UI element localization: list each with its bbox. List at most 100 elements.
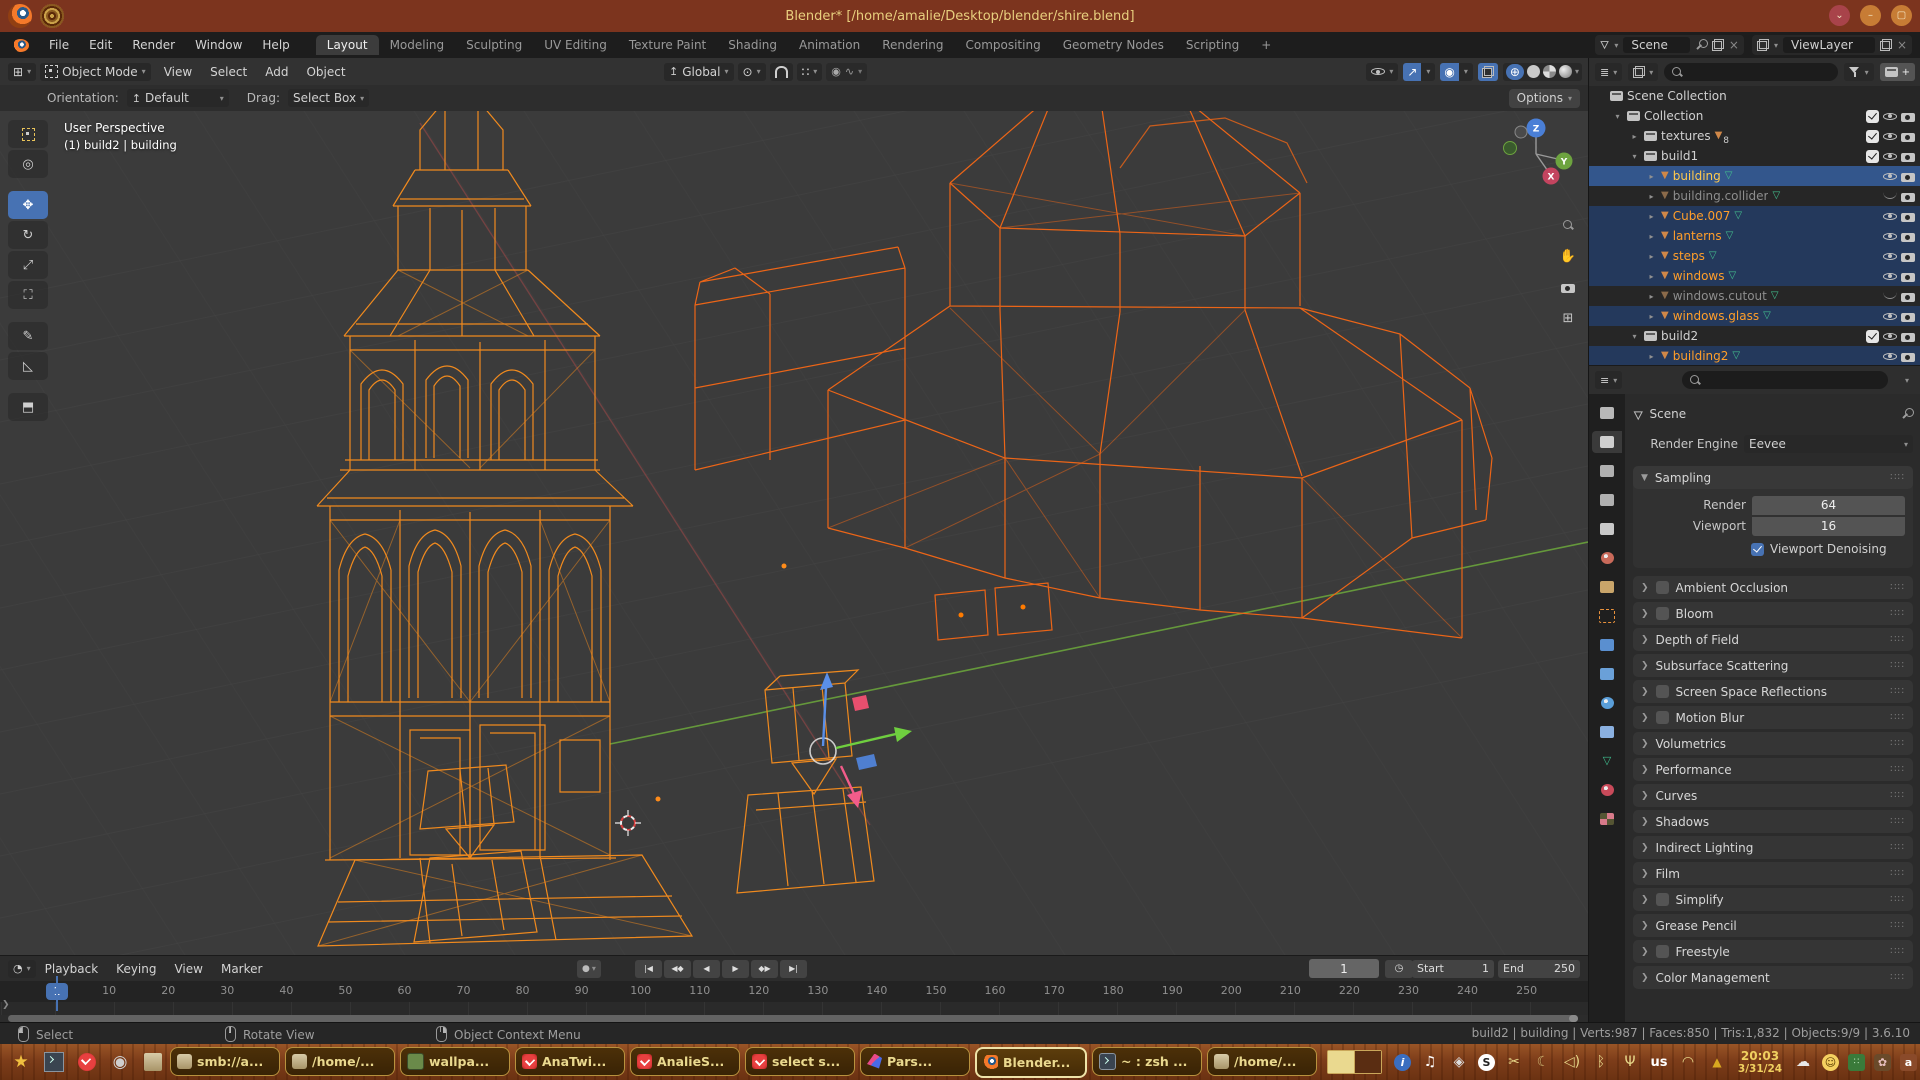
workspace-tab[interactable]: Modeling <box>379 35 456 55</box>
skype-tray-icon[interactable]: S <box>1478 1054 1495 1071</box>
viewport-canvas[interactable] <box>0 58 1588 955</box>
panel-freestyle[interactable]: ❯Freestyle∷∷ <box>1633 940 1913 963</box>
panel-volumetrics[interactable]: ❯Volumetrics∷∷ <box>1633 732 1913 755</box>
expander-icon[interactable]: ▾ <box>1612 112 1623 121</box>
outliner-object-cube-007[interactable]: ▸▼Cube.007▽ <box>1589 206 1920 226</box>
panel-grease-pencil[interactable]: ❯Grease Pencil∷∷ <box>1633 914 1913 937</box>
properties-tab-material[interactable] <box>1592 779 1622 801</box>
taskbar-window-button[interactable]: select s... <box>745 1047 855 1076</box>
panel-screen-space-reflections[interactable]: ❯Screen Space Reflections∷∷ <box>1633 680 1913 703</box>
camera-view-button[interactable] <box>1556 275 1580 299</box>
panel-checkbox[interactable] <box>1656 685 1669 698</box>
auto-key-button[interactable]: ●▾ <box>577 960 601 978</box>
drag-dots-icon[interactable]: ∷∷ <box>1890 738 1905 749</box>
timeline-menu-marker[interactable]: Marker <box>212 962 271 976</box>
pager-other-desktop[interactable] <box>1354 1051 1381 1073</box>
hide-eye-icon[interactable] <box>1883 310 1897 323</box>
drag-dots-icon[interactable]: ∷∷ <box>1890 972 1905 983</box>
visibility-dropdown[interactable]: ▾ <box>1366 63 1398 81</box>
transform-orientation-selector[interactable]: ↥ Global ▾ <box>664 63 734 81</box>
disable-render-icon[interactable] <box>1901 110 1915 123</box>
launcher-cabinet-icon[interactable] <box>141 1049 165 1075</box>
properties-search[interactable] <box>1682 371 1888 389</box>
properties-tab-modifiers[interactable] <box>1592 634 1622 656</box>
menu-render[interactable]: Render <box>122 38 185 52</box>
sampling-render-field[interactable]: 64 <box>1752 496 1905 515</box>
snap-toggle[interactable] <box>770 63 793 81</box>
drag-dots-icon[interactable]: ∷∷ <box>1890 816 1905 827</box>
outliner-object-steps[interactable]: ▸▼steps▽ <box>1589 246 1920 266</box>
expander-icon[interactable]: ▸ <box>1646 272 1657 281</box>
workspace-tab[interactable]: Sculpting <box>455 35 533 55</box>
options-button[interactable]: Options▾ <box>1509 89 1580 108</box>
panel-color-management[interactable]: ❯Color Management∷∷ <box>1633 966 1913 989</box>
transport-button-4[interactable]: ◆▶ <box>751 960 778 978</box>
blender-menu-icon[interactable] <box>12 39 29 52</box>
panel-motion-blur[interactable]: ❯Motion Blur∷∷ <box>1633 706 1913 729</box>
workspace-tab[interactable]: Scripting <box>1175 35 1250 55</box>
hide-eye-icon[interactable] <box>1883 230 1897 243</box>
timeline-scrollbar[interactable] <box>8 1015 1578 1022</box>
exclude-checkbox[interactable] <box>1866 330 1879 343</box>
expander-icon[interactable]: ▾ <box>1629 152 1640 161</box>
workspace-tab[interactable]: Geometry Nodes <box>1052 35 1175 55</box>
tool-rotate[interactable]: ↻ <box>8 221 48 249</box>
pin-icon[interactable] <box>1695 39 1707 51</box>
overlays-toggle[interactable]: ◉ <box>1440 63 1458 81</box>
expander-icon[interactable]: ▸ <box>1646 292 1657 301</box>
expander-icon[interactable]: ▾ <box>1629 332 1640 341</box>
taskbar-window-button[interactable]: ~ : zsh ... <box>1092 1047 1202 1076</box>
new-collection-button[interactable]: + <box>1880 63 1915 81</box>
viewport-menu-add[interactable]: Add <box>256 65 297 79</box>
drag-dots-icon[interactable]: ∷∷ <box>1890 920 1905 931</box>
pan-hand-button[interactable]: ✋ <box>1556 244 1580 268</box>
close-button[interactable]: ▢ <box>1891 5 1912 26</box>
launcher-media-icon[interactable]: ◉ <box>108 1049 132 1075</box>
panel-checkbox[interactable] <box>1656 581 1669 594</box>
outliner-collection-scene-collection[interactable]: Scene Collection <box>1589 86 1920 106</box>
navigation-gizmo[interactable]: Z Y X <box>1498 114 1574 190</box>
scene-selector[interactable]: 🜄▾ Scene × <box>1595 35 1744 55</box>
disable-render-icon[interactable] <box>1901 290 1915 303</box>
tool-cursor[interactable]: ◎ <box>8 150 48 178</box>
workspace-tab[interactable]: + <box>1250 35 1282 55</box>
disable-render-icon[interactable] <box>1901 350 1915 363</box>
drag-dots-icon[interactable]: ∷∷ <box>1890 472 1905 483</box>
workspace-tab[interactable]: UV Editing <box>533 35 618 55</box>
info-tray-icon[interactable]: i <box>1394 1054 1411 1071</box>
panel-checkbox[interactable] <box>1656 893 1669 906</box>
properties-tab-collection[interactable] <box>1592 576 1622 598</box>
properties-options-icon[interactable]: ▾ <box>1905 376 1909 385</box>
workspace-tab[interactable]: Texture Paint <box>618 35 717 55</box>
timeline-menu-playback[interactable]: Playback <box>36 962 108 976</box>
drag-dots-icon[interactable]: ∷∷ <box>1890 764 1905 775</box>
scene-name[interactable]: Scene <box>1623 37 1690 53</box>
hide-eye-icon[interactable] <box>1883 250 1897 263</box>
scrollbar-handle[interactable] <box>1569 1015 1578 1022</box>
disable-render-icon[interactable] <box>1901 150 1915 163</box>
expander-icon[interactable]: ▸ <box>1629 132 1640 141</box>
hide-eye-icon[interactable] <box>1883 270 1897 283</box>
outliner-object-lanterns[interactable]: ▸▼lanterns▽ <box>1589 226 1920 246</box>
outliner-collection-textures[interactable]: ▸textures▼8 <box>1589 126 1920 146</box>
hide-eye-icon[interactable] <box>1883 350 1897 363</box>
transport-button-2[interactable]: ◀ <box>693 960 720 978</box>
workspace-tab[interactable]: Compositing <box>954 35 1051 55</box>
xray-toggle[interactable] <box>1478 63 1498 81</box>
panel-checkbox[interactable] <box>1656 711 1669 724</box>
tool-measure[interactable]: ◺ <box>8 352 48 380</box>
drag-dots-icon[interactable]: ∷∷ <box>1890 686 1905 697</box>
viewport-menu-object[interactable]: Object <box>297 65 354 79</box>
frame-start-field[interactable]: Start1 <box>1412 960 1494 978</box>
outliner-object-building-collider[interactable]: ▸▼building.collider▽ <box>1589 186 1920 206</box>
disable-render-icon[interactable] <box>1901 170 1915 183</box>
shading-wireframe-button[interactable]: ⊕ <box>1506 64 1524 80</box>
weather-tray-icon[interactable]: ☁ <box>1793 1054 1813 1070</box>
gizmo-plane-handle-z[interactable] <box>856 754 877 770</box>
exclude-checkbox[interactable] <box>1866 110 1879 123</box>
workspace-tab[interactable]: Shading <box>717 35 788 55</box>
panel-film[interactable]: ❯Film∷∷ <box>1633 862 1913 885</box>
current-frame-field[interactable]: 1 <box>1309 959 1379 978</box>
music-tray-icon[interactable]: ♫ <box>1420 1054 1440 1070</box>
gizmo-plane-handle-x[interactable] <box>852 695 869 711</box>
